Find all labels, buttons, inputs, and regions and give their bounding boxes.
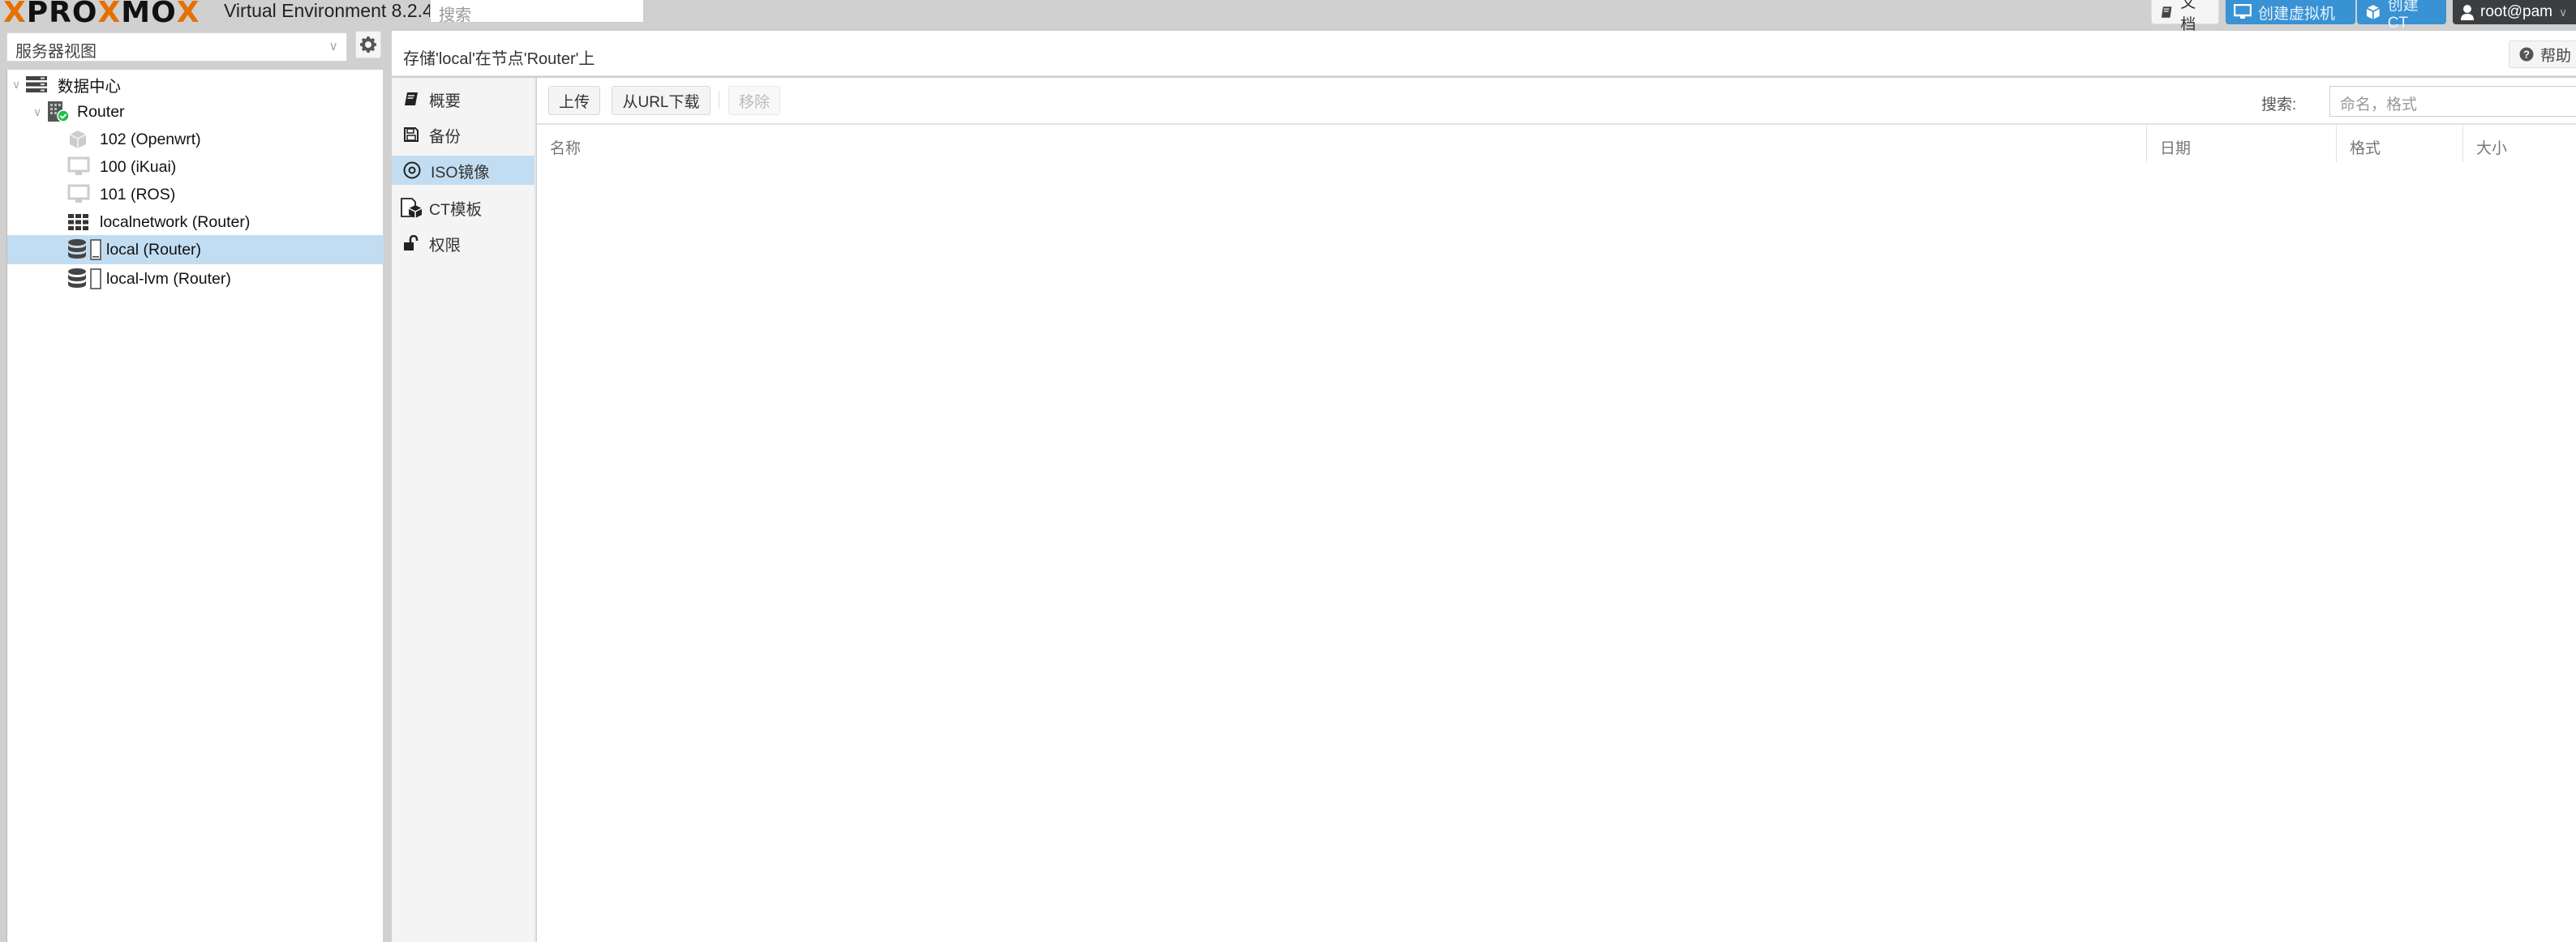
chevron-down-icon: ∨: [328, 40, 338, 54]
nav-item-label: 概要: [429, 92, 462, 110]
logo-text-mo: MO: [121, 0, 177, 29]
template-icon: [401, 198, 423, 218]
tree-item-storage-local-lvm[interactable]: local-lvm (Router): [7, 264, 384, 293]
logo-x-mark: X: [3, 0, 27, 29]
logo-text-x: X: [97, 0, 122, 29]
create-vm-label: 创建虚拟机: [2258, 5, 2336, 23]
create-ct-label: 创建CT: [2387, 0, 2419, 32]
top-bar: X PRO X MO X Virtual Environment 8.2.4 搜…: [0, 0, 2576, 33]
nav-item-summary[interactable]: 概要: [392, 84, 535, 113]
book-icon: [405, 92, 418, 105]
tree-item-node-router[interactable]: ∨ Router: [7, 97, 384, 126]
iso-images-panel: 上传 从URL下载 移除 搜索: 命名，格式 名称 日期 格式 大小: [537, 78, 2576, 942]
version-label: Virtual Environment 8.2.4: [224, 0, 433, 21]
logo-text-pro: PRO: [26, 0, 98, 29]
container-icon: [69, 131, 87, 148]
tree-item-label: local (Router): [106, 240, 202, 259]
logo-text-x2: X: [176, 0, 200, 29]
help-label: 帮助: [2540, 47, 2572, 65]
nav-item-label: 权限: [429, 236, 462, 255]
nav-item-label: ISO镜像: [431, 163, 490, 182]
resource-tree: ∨ 数据中心 ∨ Router 102 (Openwrt) 100 (iKuai…: [6, 70, 384, 942]
download-from-url-button[interactable]: 从URL下载: [612, 86, 711, 115]
column-header-date[interactable]: 日期: [2146, 125, 2336, 162]
tree-item-label: 数据中心: [58, 77, 122, 96]
create-vm-button[interactable]: 创建虚拟机: [2226, 0, 2355, 24]
node-online-icon: [48, 101, 70, 122]
documentation-button[interactable]: 文档: [2151, 0, 2219, 33]
search-label: 搜索:: [2261, 96, 2297, 113]
disc-icon: [403, 161, 421, 179]
nav-item-backup[interactable]: 备份: [392, 120, 535, 149]
column-header-name[interactable]: 名称: [537, 125, 2146, 162]
nav-item-ct-templates[interactable]: CT模板: [392, 193, 535, 222]
view-selector-value: 服务器视图: [15, 43, 97, 61]
floppy-icon: [404, 127, 419, 142]
chevron-down-icon[interactable]: ∨: [12, 78, 24, 92]
toolbar: 上传 从URL下载 移除 搜索: 命名，格式: [537, 78, 2576, 125]
datacenter-icon: [26, 76, 47, 92]
nav-item-iso-images[interactable]: ISO镜像: [392, 156, 535, 185]
nav-item-label: CT模板: [429, 200, 482, 219]
tree-settings-button[interactable]: [355, 31, 381, 58]
help-button[interactable]: ? 帮助: [2509, 41, 2576, 68]
upload-button[interactable]: 上传: [548, 86, 600, 115]
tree-item-label: local-lvm (Router): [106, 269, 231, 288]
unlock-icon: [404, 235, 419, 250]
view-selector[interactable]: 服务器视图 ∨: [6, 32, 347, 62]
tree-item-vm-101[interactable]: 101 (ROS): [7, 180, 384, 209]
storage-icon: [68, 239, 86, 259]
tree-item-label: 101 (ROS): [100, 185, 176, 203]
tree-item-vm-100[interactable]: 100 (iKuai): [7, 152, 384, 182]
search-input[interactable]: 命名，格式: [2329, 86, 2576, 117]
vm-icon: [67, 184, 90, 203]
nav-item-label: 备份: [429, 127, 462, 146]
page-title: 存储'local'在节点'Router'上: [403, 50, 595, 68]
remove-button[interactable]: 移除: [728, 86, 780, 115]
grid-header: 名称 日期 格式 大小: [537, 125, 2576, 162]
tree-item-label: Router: [77, 102, 125, 121]
tree-item-label: 100 (iKuai): [100, 157, 177, 176]
user-menu-button[interactable]: root@pam ∨: [2453, 0, 2576, 24]
file-storage-icon: [90, 239, 101, 260]
tree-item-label: 102 (Openwrt): [100, 130, 201, 148]
column-header-size[interactable]: 大小: [2462, 125, 2576, 162]
content-header: 存储'local'在节点'Router'上 ? 帮助: [392, 31, 2576, 76]
vm-icon: [67, 156, 90, 175]
storage-nav-menu: 概要 备份 ISO镜像 CT模板 权限: [392, 78, 536, 942]
book-icon: [2161, 6, 2172, 18]
user-label: root@pam: [2480, 3, 2552, 20]
chevron-down-icon[interactable]: ∨: [33, 105, 45, 119]
user-icon: [2461, 5, 2474, 20]
proxmox-logo[interactable]: X PRO X MO X: [3, 0, 200, 28]
chevron-down-icon: ∨: [2559, 5, 2568, 19]
network-grid-icon: [68, 214, 88, 230]
svg-text:?: ?: [2523, 49, 2530, 61]
column-header-format[interactable]: 格式: [2336, 125, 2462, 162]
documentation-label: 文档: [2180, 0, 2196, 33]
gear-icon: [360, 36, 376, 53]
help-icon: ?: [2519, 47, 2534, 62]
block-storage-icon: [90, 268, 101, 289]
tree-item-label: localnetwork (Router): [100, 212, 251, 231]
create-ct-button[interactable]: 创建CT: [2357, 0, 2446, 32]
global-search-input[interactable]: 搜索: [430, 0, 644, 24]
tree-item-ct-102[interactable]: 102 (Openwrt): [7, 125, 384, 154]
tree-item-datacenter[interactable]: ∨ 数据中心: [7, 70, 384, 99]
tree-item-localnetwork[interactable]: localnetwork (Router): [7, 208, 384, 237]
tree-item-storage-local[interactable]: local (Router): [7, 235, 384, 264]
cube-icon: [2366, 5, 2381, 19]
monitor-icon: [2234, 4, 2252, 19]
storage-icon: [68, 268, 86, 288]
nav-item-permissions[interactable]: 权限: [392, 229, 535, 258]
